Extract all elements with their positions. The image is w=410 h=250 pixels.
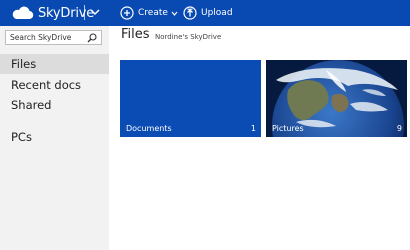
tile-name: Documents <box>126 124 172 133</box>
search-input[interactable] <box>10 31 86 44</box>
tile-count: 9 <box>396 124 402 133</box>
sidebar-item-pcs[interactable]: PCs <box>0 127 109 147</box>
upload-button[interactable]: Upload <box>183 4 233 22</box>
search-icon[interactable] <box>87 33 97 43</box>
brand-logo[interactable]: SkyDrive <box>10 4 94 22</box>
chevron-down-icon[interactable] <box>89 6 101 18</box>
chevron-down-icon <box>171 11 178 16</box>
brand-divider <box>84 5 85 20</box>
sidebar-item-label: Shared <box>11 98 52 112</box>
search-box <box>5 30 102 45</box>
top-bar: SkyDrive Create Upload <box>0 0 410 26</box>
tile-name: Pictures <box>272 124 304 133</box>
sidebar-item-shared[interactable]: Shared <box>0 95 109 115</box>
folder-tile-pictures[interactable]: Pictures 9 <box>266 60 407 137</box>
sidebar-item-label: PCs <box>11 130 32 144</box>
sidebar-item-label: Files <box>11 57 37 71</box>
tile-count: 1 <box>250 124 256 133</box>
upload-icon <box>183 6 197 20</box>
breadcrumb[interactable]: Nordine's SkyDrive <box>155 33 221 41</box>
cloud-icon <box>12 6 34 20</box>
upload-label: Upload <box>201 8 233 18</box>
create-button[interactable]: Create <box>120 4 178 22</box>
sidebar-item-label: Recent docs <box>11 78 82 92</box>
sidebar-item-recent-docs[interactable]: Recent docs <box>0 75 109 95</box>
plus-circle-icon <box>120 6 134 20</box>
sidebar-item-files[interactable]: Files <box>0 54 109 74</box>
sidebar: Files Recent docs Shared PCs <box>0 26 109 250</box>
create-label: Create <box>138 8 168 18</box>
app-name: SkyDrive <box>38 5 95 21</box>
page-title: Files <box>121 27 150 42</box>
folder-tile-documents[interactable]: Documents 1 <box>120 60 261 137</box>
